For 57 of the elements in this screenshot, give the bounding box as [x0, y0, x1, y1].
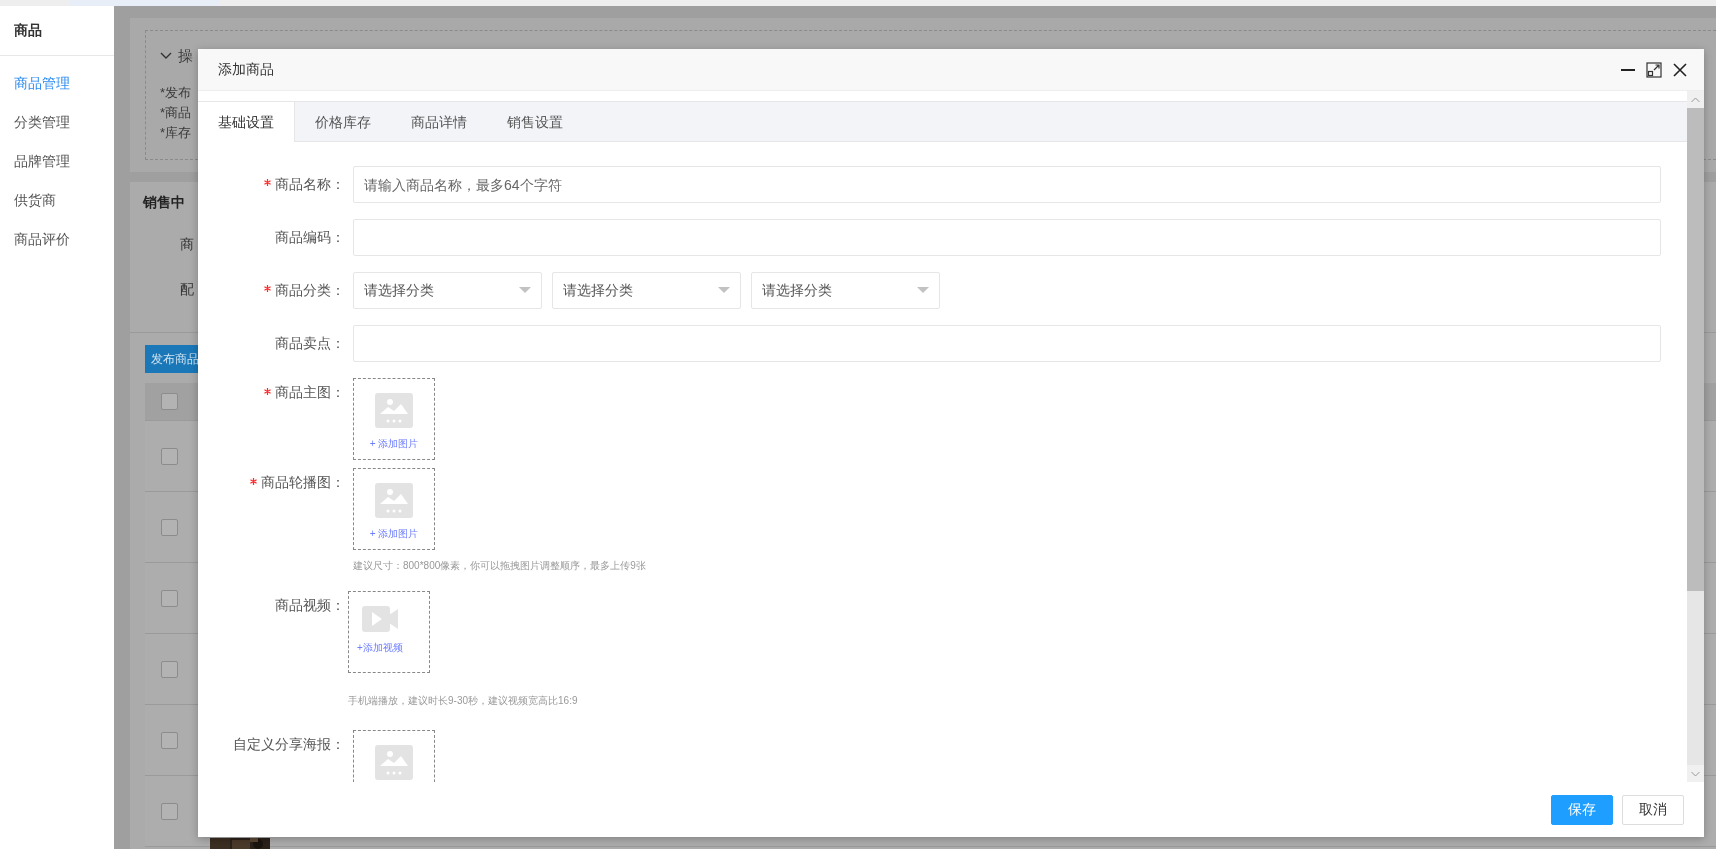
sidebar-item[interactable]: 品牌管理 [0, 142, 114, 181]
hint-text: 手机端播放，建议时长9-30秒，建议视频宽高比16:9 [348, 694, 578, 708]
tab[interactable]: 商品详情 [391, 102, 487, 141]
input-field[interactable]: 请输入商品名称，最多64个字符 [353, 166, 1661, 203]
field-label: 商品分类： [275, 282, 345, 298]
hint-text: 建议尺寸：800*800像素，你可以拖拽图片调整顺序，最多上传9张 [353, 559, 646, 573]
select-field[interactable]: 请选择分类 [552, 272, 741, 309]
filter-label: 配 [180, 281, 194, 297]
tab[interactable]: 价格库存 [295, 102, 391, 141]
sidebar-item[interactable]: 商品管理 [0, 64, 114, 103]
image-icon [375, 745, 413, 780]
image-icon [375, 393, 413, 428]
tip-text: *库存 [160, 125, 192, 140]
checkbox[interactable] [161, 518, 178, 536]
close-icon[interactable] [1672, 61, 1688, 78]
maximize-icon[interactable] [1646, 61, 1662, 78]
filter-label: 商 [180, 236, 194, 252]
field-label: 商品名称： [275, 176, 345, 192]
input-field[interactable] [353, 219, 1661, 256]
checkbox[interactable] [161, 802, 178, 820]
scroll-down-icon[interactable] [1691, 770, 1700, 777]
select-field[interactable]: 请选择分类 [751, 272, 940, 309]
tab[interactable]: 销售设置 [487, 102, 583, 141]
sidebar-item[interactable]: 分类管理 [0, 103, 114, 142]
tab[interactable]: 基础设置 [198, 102, 295, 142]
chevron-down-icon[interactable] [160, 52, 172, 60]
scroll-up-icon[interactable] [1691, 96, 1700, 103]
tip-text: *发布 [160, 85, 192, 100]
cancel-button[interactable]: 取消 [1622, 794, 1684, 825]
field-label: 商品编码： [275, 229, 345, 245]
field-label: 商品主图： [275, 384, 345, 400]
field-label: 商品卖点： [275, 335, 345, 351]
panel-title: 销售中 [143, 194, 185, 210]
scrollbar[interactable] [1687, 91, 1704, 782]
field-label: 商品轮播图： [261, 474, 345, 490]
upload-box[interactable]: + 添加图片 [353, 378, 435, 460]
caret-icon [718, 287, 730, 294]
tip-text: *商品 [160, 105, 192, 120]
upload-box[interactable]: + 添加图片 [353, 468, 435, 550]
field-label: 自定义分享海报： [233, 736, 345, 752]
input-field[interactable] [353, 325, 1661, 362]
checkbox[interactable] [161, 731, 178, 749]
sidebar-item[interactable]: 供货商 [0, 181, 114, 220]
caret-icon [917, 287, 929, 294]
caret-icon [519, 287, 531, 294]
checkbox[interactable] [161, 589, 178, 607]
sidebar-item[interactable]: 商品评价 [0, 220, 114, 259]
upload-box[interactable]: +添加视频 [348, 591, 430, 673]
select-field[interactable]: 请选择分类 [353, 272, 542, 309]
checkbox[interactable] [161, 393, 178, 410]
checkbox[interactable] [161, 660, 178, 678]
dialog-title: 添加商品 [218, 60, 274, 79]
tips-heading: 操 [178, 45, 193, 66]
field-label: 商品视频： [275, 597, 345, 613]
video-camera-icon [362, 606, 398, 632]
checkbox[interactable] [161, 447, 178, 465]
image-icon [375, 483, 413, 518]
